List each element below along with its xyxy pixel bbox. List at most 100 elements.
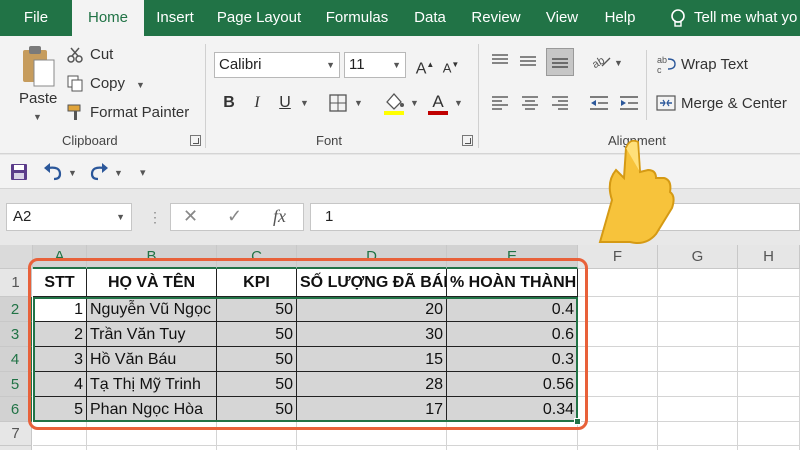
- ribbon-tab-bar: File Home Insert Page Layout Formulas Da…: [0, 0, 800, 36]
- cell-g5[interactable]: [658, 372, 738, 397]
- align-right-icon[interactable]: [550, 94, 570, 112]
- tab-help[interactable]: Help: [590, 0, 650, 36]
- top-align-icon[interactable]: [490, 52, 510, 70]
- paste-icon[interactable]: [20, 44, 56, 88]
- name-box[interactable]: A2 ▼: [6, 203, 132, 231]
- cancel-icon[interactable]: ✕: [183, 206, 198, 227]
- tab-data[interactable]: Data: [402, 0, 458, 36]
- tab-home[interactable]: Home: [72, 0, 144, 36]
- middle-align-icon[interactable]: [518, 52, 538, 70]
- cell-f6[interactable]: [578, 397, 658, 422]
- undo-icon[interactable]: [42, 162, 64, 182]
- tab-file[interactable]: File: [0, 0, 72, 36]
- font-launcher-icon[interactable]: [462, 135, 473, 146]
- italic-button[interactable]: I: [246, 91, 268, 115]
- svg-text:c: c: [657, 65, 662, 74]
- increase-indent-icon[interactable]: [618, 94, 640, 112]
- row-header-8[interactable]: 8: [0, 446, 32, 450]
- resize-handle-icon[interactable]: ⋮: [148, 209, 162, 226]
- enter-check-icon[interactable]: ✓: [227, 206, 242, 227]
- undo-dropdown-icon[interactable]: ▼: [68, 168, 77, 178]
- pointing-hand-icon: [598, 139, 675, 244]
- cut-button[interactable]: Cut: [90, 46, 113, 63]
- customize-qat-icon[interactable]: ▾: [140, 166, 146, 179]
- cell-f2[interactable]: [578, 297, 658, 322]
- tab-view[interactable]: View: [534, 0, 590, 36]
- clipboard-launcher-icon[interactable]: [190, 135, 201, 146]
- cell-f4[interactable]: [578, 347, 658, 372]
- formula-input[interactable]: 1: [310, 203, 800, 231]
- cell-f5[interactable]: [578, 372, 658, 397]
- cell-h4[interactable]: [738, 347, 800, 372]
- tab-formulas[interactable]: Formulas: [312, 0, 402, 36]
- decrease-font-size-icon[interactable]: A▼: [440, 53, 462, 77]
- decrease-indent-icon[interactable]: [588, 94, 610, 112]
- bottom-align-icon: [552, 58, 568, 68]
- paste-button[interactable]: Paste: [19, 90, 57, 107]
- tab-review[interactable]: Review: [458, 0, 534, 36]
- insert-function-button[interactable]: fx: [273, 206, 286, 227]
- increase-font-size-icon[interactable]: A▲: [414, 53, 436, 77]
- tab-page-layout[interactable]: Page Layout: [206, 0, 312, 36]
- paste-dropdown-icon[interactable]: ▼: [33, 112, 42, 122]
- cell-g1[interactable]: [658, 269, 738, 297]
- cell-h7[interactable]: [738, 422, 800, 446]
- borders-dropdown-icon[interactable]: ▼: [354, 98, 363, 108]
- cell-g3[interactable]: [658, 322, 738, 347]
- underline-dropdown-icon[interactable]: ▼: [300, 98, 309, 108]
- borders-icon[interactable]: [328, 93, 348, 113]
- cell-g2[interactable]: [658, 297, 738, 322]
- annotation-highlight: [28, 258, 588, 430]
- align-center-icon[interactable]: [520, 94, 540, 112]
- group-divider: [646, 50, 647, 120]
- merge-center-button[interactable]: Merge & Center: [681, 95, 787, 112]
- redo-dropdown-icon[interactable]: ▼: [114, 168, 123, 178]
- align-left-icon[interactable]: [490, 94, 510, 112]
- cell-g6[interactable]: [658, 397, 738, 422]
- row-header-7[interactable]: 7: [0, 422, 32, 446]
- cell-g7[interactable]: [658, 422, 738, 446]
- cell-h8[interactable]: [738, 446, 800, 450]
- clipboard-group-label: Clipboard: [62, 133, 118, 148]
- cell-f3[interactable]: [578, 322, 658, 347]
- cell-e8[interactable]: [447, 446, 578, 450]
- svg-text:A: A: [432, 92, 444, 111]
- font-name-combo[interactable]: Calibri ▼: [214, 52, 340, 78]
- copy-dropdown-icon[interactable]: ▼: [136, 80, 145, 90]
- cell-h5[interactable]: [738, 372, 800, 397]
- format-painter-button[interactable]: Format Painter: [90, 104, 189, 121]
- font-color-dropdown-icon[interactable]: ▼: [454, 98, 463, 108]
- font-size-combo[interactable]: 11 ▼: [344, 52, 406, 78]
- cell-h3[interactable]: [738, 322, 800, 347]
- cell-f1[interactable]: [578, 269, 658, 297]
- copy-button[interactable]: Copy: [90, 75, 125, 92]
- cell-d8[interactable]: [297, 446, 447, 450]
- bottom-align-button[interactable]: [546, 48, 574, 76]
- tab-insert[interactable]: Insert: [144, 0, 206, 36]
- tell-me-search[interactable]: Tell me what yo: [694, 0, 800, 36]
- group-divider: [205, 44, 206, 148]
- cell-f8[interactable]: [578, 446, 658, 450]
- cell-b8[interactable]: [87, 446, 217, 450]
- cell-h2[interactable]: [738, 297, 800, 322]
- font-color-icon[interactable]: A: [426, 90, 450, 116]
- cell-g8[interactable]: [658, 446, 738, 450]
- bold-button[interactable]: B: [218, 91, 240, 115]
- save-icon[interactable]: [10, 163, 28, 181]
- cell-c8[interactable]: [217, 446, 297, 450]
- fill-color-icon[interactable]: [382, 90, 406, 116]
- cell-f7[interactable]: [578, 422, 658, 446]
- orientation-icon[interactable]: ab: [590, 52, 612, 70]
- chevron-down-icon: ▼: [326, 60, 335, 70]
- underline-button[interactable]: U: [274, 91, 296, 115]
- cell-h6[interactable]: [738, 397, 800, 422]
- column-header-h[interactable]: H: [738, 245, 800, 269]
- orientation-dropdown-icon[interactable]: ▼: [614, 58, 623, 68]
- redo-icon[interactable]: [88, 162, 110, 182]
- cell-a8[interactable]: [33, 446, 87, 450]
- wrap-text-button[interactable]: Wrap Text: [681, 56, 748, 73]
- cell-h1[interactable]: [738, 269, 800, 297]
- fill-color-dropdown-icon[interactable]: ▼: [410, 98, 419, 108]
- cell-g4[interactable]: [658, 347, 738, 372]
- svg-text:ab: ab: [590, 55, 607, 70]
